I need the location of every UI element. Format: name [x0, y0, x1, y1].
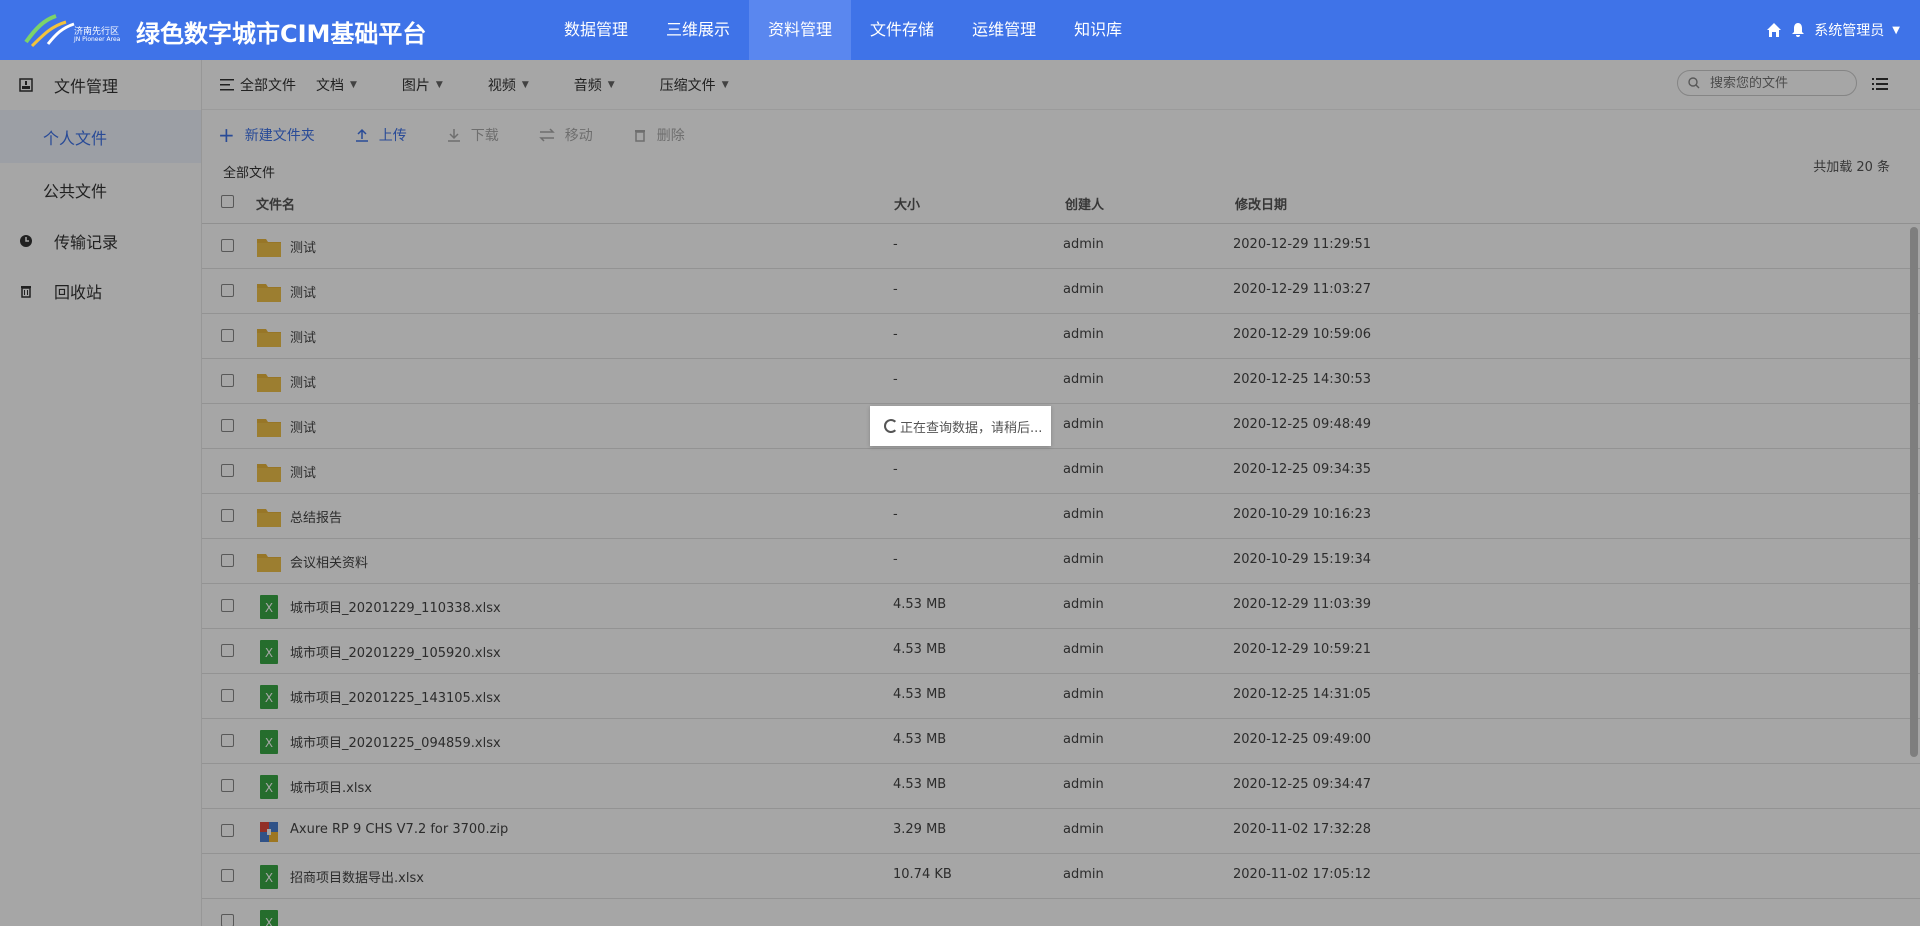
- home-icon[interactable]: [1766, 22, 1782, 38]
- nav-3d-display[interactable]: 三维展示: [647, 0, 749, 60]
- loading-dialog: 正在查询数据，请稍后...: [870, 406, 1051, 446]
- top-header: 济南先行区 JN Pioneer Area 绿色数字城市CIM基础平台 数据管理…: [0, 0, 1920, 60]
- user-name[interactable]: 系统管理员: [1814, 20, 1884, 40]
- main-nav: 数据管理 三维展示 资料管理 文件存储 运维管理 知识库: [545, 0, 1141, 60]
- nav-data-manage[interactable]: 数据管理: [545, 0, 647, 60]
- loading-text: 正在查询数据，请稍后...: [900, 420, 1043, 436]
- nav-knowledge-base[interactable]: 知识库: [1055, 0, 1141, 60]
- logo-subtext: JN Pioneer Area: [74, 36, 121, 43]
- header-right: 系统管理员 ▼: [1766, 0, 1900, 60]
- loading-overlay: [0, 60, 1920, 926]
- chevron-down-icon[interactable]: ▼: [1892, 25, 1900, 36]
- nav-ops-manage[interactable]: 运维管理: [953, 0, 1055, 60]
- spinner-icon: [884, 419, 898, 433]
- app-title: 绿色数字城市CIM基础平台: [136, 20, 427, 48]
- nav-resource-manage[interactable]: 资料管理: [749, 0, 852, 60]
- bell-icon[interactable]: [1790, 22, 1806, 38]
- nav-file-storage[interactable]: 文件存储: [851, 0, 953, 60]
